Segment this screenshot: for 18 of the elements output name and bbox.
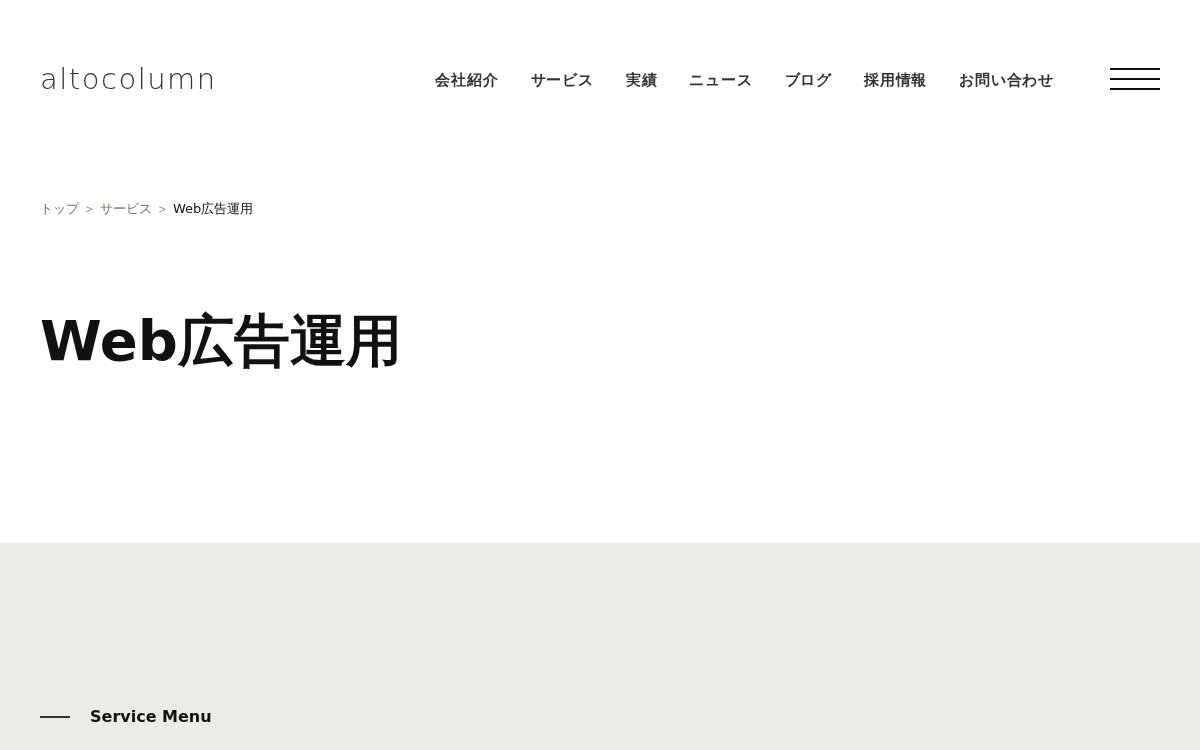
breadcrumb-link[interactable]: トップ bbox=[40, 200, 79, 218]
nav-link[interactable]: ニュース bbox=[689, 70, 753, 90]
nav-link[interactable]: 実績 bbox=[625, 70, 658, 90]
nav-link[interactable]: サービス bbox=[530, 70, 594, 90]
section-heading: Service Menu bbox=[90, 707, 212, 726]
menu-icon bbox=[1110, 68, 1160, 92]
breadcrumb-current: Web広告運用 bbox=[173, 200, 254, 218]
breadcrumb-separator: ＞ bbox=[156, 200, 169, 218]
breadcrumb-link[interactable]: サービス bbox=[100, 200, 152, 218]
nav-link[interactable]: 採用情報 bbox=[864, 70, 928, 90]
nav-link[interactable]: 会社紹介 bbox=[435, 70, 499, 90]
page-title: Web広告運用 bbox=[40, 308, 402, 374]
dash-icon bbox=[40, 715, 70, 718]
breadcrumb-separator: ＞ bbox=[83, 200, 96, 218]
site-logo[interactable]: altocolumn bbox=[40, 64, 217, 94]
nav-link[interactable]: ブログ bbox=[784, 70, 832, 90]
menu-button[interactable] bbox=[1110, 68, 1160, 92]
nav-link[interactable]: お問い合わせ bbox=[959, 70, 1054, 90]
